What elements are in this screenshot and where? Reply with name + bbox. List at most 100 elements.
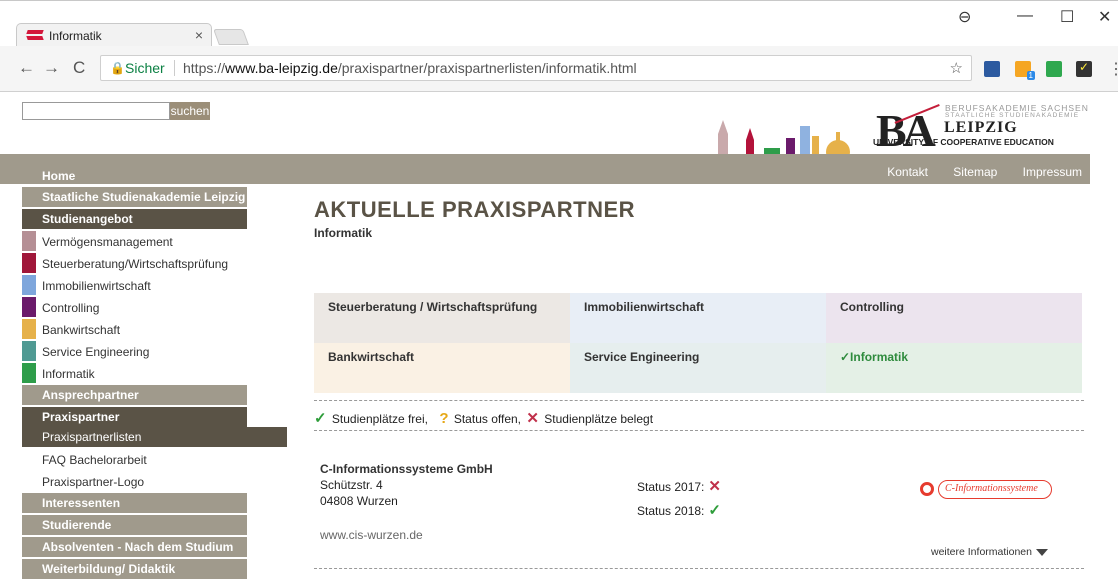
partner-city: 04808 Wurzen <box>320 494 398 508</box>
checkmark-icon: ✓ <box>314 410 327 427</box>
sidebar-head-weiterbildung[interactable]: Weiterbildung/ Didaktik <box>22 559 247 579</box>
category-informatik[interactable]: ✓Informatik <box>826 343 1082 393</box>
sidebar-item-label: Controlling <box>42 301 100 315</box>
status-cross-icon: ✕ <box>708 478 721 495</box>
nav-impressum[interactable]: Impressum <box>1023 165 1082 179</box>
sidebar-head-interessenten[interactable]: Interessenten <box>22 493 247 513</box>
more-info-label: weitere Informationen <box>931 546 1032 558</box>
browser-menu-icon[interactable]: ⋮ <box>1108 59 1118 79</box>
browser-titlebar: Informatik × ⊖ — ☐ ✕ <box>0 0 1118 47</box>
bookmark-star-icon[interactable]: ☆ <box>950 59 963 77</box>
sidebar-item-label: Vermögensmanagement <box>42 235 173 249</box>
program-color-swatch <box>22 297 36 317</box>
browser-toolbar: ← → C 🔒 Sicher https://www.ba-leipzig.de… <box>0 46 1118 92</box>
extension-check-icon[interactable] <box>1076 60 1092 77</box>
status-legend: ✓ Studienplätze frei, ? Status offen, ✕ … <box>314 400 1084 431</box>
sidebar-item-praxispartner-logo[interactable]: Praxispartner-Logo <box>22 471 287 493</box>
status-check-icon: ✓ <box>708 502 721 519</box>
sidebar-head-studienangebot[interactable]: Studienangebot <box>22 209 247 229</box>
program-color-swatch <box>22 231 36 251</box>
tab-title: Informatik <box>49 29 102 43</box>
status-2018-label: Status 2018: <box>637 504 705 518</box>
sidebar-head-ansprechpartner[interactable]: Ansprechpartner <box>22 385 247 405</box>
nav-kontakt[interactable]: Kontakt <box>887 165 928 179</box>
reload-icon[interactable]: C <box>73 58 85 78</box>
question-mark-icon: ? <box>439 410 449 427</box>
category-service-engineering[interactable]: Service Engineering <box>570 343 826 393</box>
forward-arrow-icon[interactable]: → <box>43 58 60 78</box>
legend-occupied-label: Studienplätze belegt <box>544 412 654 426</box>
extension-green-icon[interactable] <box>1046 61 1062 77</box>
url-scheme: https:// <box>183 60 226 76</box>
web-page: suchen BA BERUFSAKADEMIE SACHSEN STAATLI… <box>0 92 1118 586</box>
address-separator <box>174 60 175 76</box>
new-tab-button[interactable] <box>213 29 249 45</box>
url-path: /praxispartner/praxispartnerlisten/infor… <box>337 60 637 76</box>
status-2018: Status 2018: ✓ <box>637 501 721 519</box>
legend-free-label: Studienplätze frei, <box>331 412 428 426</box>
profile-icon[interactable]: ⊖ <box>958 7 971 27</box>
sidebar-item-label: Steuerberatung/Wirtschaftsprüfung <box>42 257 229 271</box>
partner-logo[interactable]: C-Informationssysteme <box>920 478 1052 502</box>
program-color-swatch <box>22 319 36 339</box>
program-color-swatch <box>22 363 36 383</box>
cross-icon: ✕ <box>526 410 539 427</box>
sidebar-head-studienakademie[interactable]: Staatliche Studienakademie Leipzig <box>22 187 247 207</box>
maximize-button[interactable]: ☐ <box>1060 7 1074 27</box>
partner-logo-ring-icon <box>920 482 934 496</box>
sidebar-item-informatik[interactable]: Informatik <box>22 363 247 385</box>
extension-badge: 1 <box>1026 71 1035 80</box>
sidebar-item-controlling[interactable]: Controlling <box>22 297 247 319</box>
sidebar-item-vermoegensmanagement[interactable]: Vermögensmanagement <box>22 231 247 253</box>
sidebar-item-immobilienwirtschaft[interactable]: Immobilienwirtschaft <box>22 275 247 297</box>
browser-tab[interactable]: Informatik × <box>16 23 212 47</box>
program-color-swatch <box>22 275 36 295</box>
url-text[interactable]: https://www.ba-leipzig.de/praxispartner/… <box>183 60 637 76</box>
top-nav-links: Kontakt Sitemap Impressum <box>865 165 1082 179</box>
sidebar-head-absolventen[interactable]: Absolventen - Nach dem Studium <box>22 537 247 557</box>
program-color-swatch <box>22 341 36 361</box>
sidebar: Staatliche Studienakademie Leipzig Studi… <box>22 187 287 581</box>
nav-home[interactable]: Home <box>42 169 75 183</box>
category-immobilienwirtschaft[interactable]: Immobilienwirtschaft <box>570 293 826 343</box>
address-bar[interactable]: 🔒 Sicher https://www.ba-leipzig.de/praxi… <box>100 55 972 81</box>
sidebar-head-studierende[interactable]: Studierende <box>22 515 247 535</box>
nav-sitemap[interactable]: Sitemap <box>953 165 997 179</box>
sidebar-item-service-engineering[interactable]: Service Engineering <box>22 341 247 363</box>
category-steuerberatung[interactable]: Steuerberatung / Wirtschaftsprüfung <box>314 293 570 343</box>
partner-street: Schützstr. 4 <box>320 478 383 492</box>
page-title: AKTUELLE PRAXISPARTNER <box>314 197 636 222</box>
lock-icon: 🔒 <box>110 61 125 75</box>
more-info-toggle[interactable]: weitere Informationen <box>931 546 1048 558</box>
category-controlling[interactable]: Controlling <box>826 293 1082 343</box>
partner-entry: C-Informationssysteme GmbH Schützstr. 4 … <box>314 459 1084 569</box>
minimize-button[interactable]: — <box>1017 7 1033 25</box>
sidebar-item-label: Bankwirtschaft <box>42 323 121 337</box>
status-2017: Status 2017: ✕ <box>637 477 721 495</box>
partner-website-link[interactable]: www.cis-wurzen.de <box>320 528 423 542</box>
extension-shield-icon[interactable] <box>984 61 1000 77</box>
sidebar-item-steuerberatung[interactable]: Steuerberatung/Wirtschaftsprüfung <box>22 253 247 275</box>
partner-logo-text: C-Informationssysteme <box>938 480 1052 499</box>
triangle-down-icon <box>1035 548 1048 556</box>
extension-rss-icon[interactable]: 1 <box>1015 61 1035 80</box>
sidebar-item-label: Immobilienwirtschaft <box>42 279 151 293</box>
sidebar-item-bankwirtschaft[interactable]: Bankwirtschaft <box>22 319 247 341</box>
sidebar-item-faq-bachelorarbeit[interactable]: FAQ Bachelorarbeit <box>22 449 287 471</box>
page-subtitle: Informatik <box>314 226 373 240</box>
sidebar-item-label: Informatik <box>42 367 95 381</box>
logo-line-university: UNIVERSITY OF COOPERATIVE EDUCATION <box>873 137 1054 147</box>
close-window-button[interactable]: ✕ <box>1098 7 1111 27</box>
sidebar-head-praxispartner[interactable]: Praxispartner <box>22 407 247 427</box>
category-bankwirtschaft[interactable]: Bankwirtschaft <box>314 343 570 393</box>
search-input[interactable] <box>22 102 170 120</box>
tab-close-icon[interactable]: × <box>195 27 203 43</box>
status-2017-label: Status 2017: <box>637 480 705 494</box>
ba-logo[interactable]: BA <box>876 104 950 157</box>
search-button[interactable]: suchen <box>170 102 210 120</box>
back-arrow-icon[interactable]: ← <box>18 58 35 78</box>
top-navigation: Home Kontakt Sitemap Impressum <box>0 154 1090 184</box>
partner-name: C-Informationssysteme GmbH <box>320 462 493 476</box>
sidebar-item-praxispartnerlisten[interactable]: Praxispartnerlisten <box>22 427 287 447</box>
ba-favicon-icon <box>26 30 44 41</box>
